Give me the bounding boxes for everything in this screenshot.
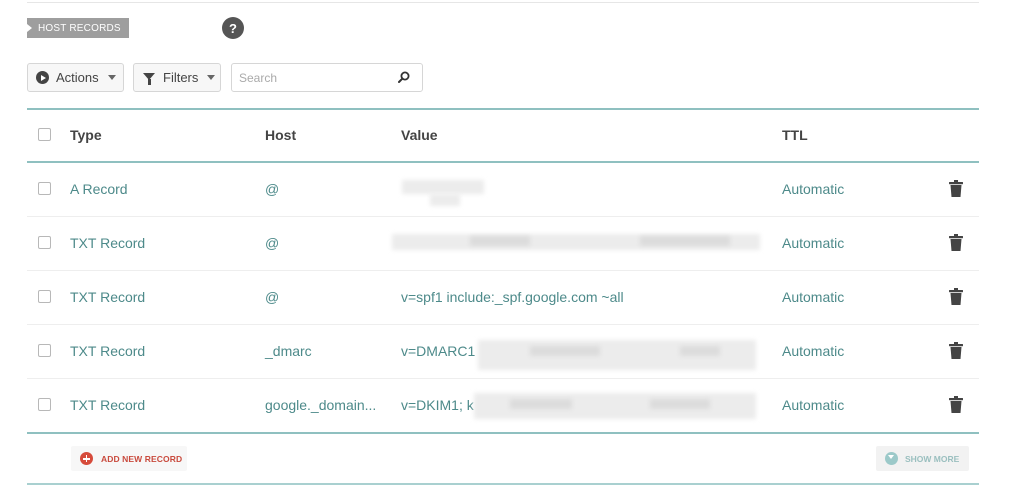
help-icon[interactable]: ? <box>222 17 244 39</box>
play-circle-icon <box>36 71 49 84</box>
row-divider <box>27 324 979 325</box>
add-new-record-button[interactable]: ADD NEW RECORD <box>71 446 187 471</box>
search-input[interactable] <box>232 64 389 91</box>
actions-label: Actions <box>56 70 99 85</box>
column-header-type[interactable]: Type <box>70 127 102 143</box>
trash-icon[interactable] <box>949 288 963 305</box>
section-title: HOST RECORDS <box>27 18 129 38</box>
record-ttl: Automatic <box>782 289 845 305</box>
caret-down-icon <box>207 75 216 80</box>
record-type: TXT Record <box>70 235 146 251</box>
top-divider <box>27 2 979 3</box>
row-checkbox[interactable] <box>38 344 51 357</box>
caret-down-icon <box>107 75 116 80</box>
record-value: v=DMARC1 <box>401 343 476 359</box>
record-ttl: Automatic <box>782 181 845 197</box>
record-host: @ <box>265 181 280 197</box>
record-type: TXT Record <box>70 343 146 359</box>
redacted-value <box>680 346 720 356</box>
column-header-host[interactable]: Host <box>265 127 296 143</box>
trash-icon[interactable] <box>949 234 963 251</box>
actions-dropdown[interactable]: Actions <box>27 63 124 92</box>
select-all-checkbox[interactable] <box>38 128 51 141</box>
record-ttl: Automatic <box>782 235 845 251</box>
row-checkbox[interactable] <box>38 236 51 249</box>
redacted-value <box>640 236 730 246</box>
record-type: TXT Record <box>70 397 146 413</box>
trash-icon[interactable] <box>949 180 963 197</box>
record-host: google._domain... <box>265 397 377 413</box>
chevron-circle-icon <box>885 452 898 465</box>
row-divider <box>27 216 979 217</box>
show-more-button[interactable]: SHOW MORE <box>876 446 969 471</box>
search-box <box>231 63 423 92</box>
table-top-rule <box>27 108 979 110</box>
column-header-value[interactable]: Value <box>401 127 438 143</box>
redacted-value <box>530 346 600 356</box>
redacted-value <box>470 236 530 246</box>
column-header-ttl[interactable]: TTL <box>782 127 808 143</box>
trash-icon[interactable] <box>949 396 963 413</box>
record-value: v=DKIM1; k <box>401 397 474 413</box>
table-header-rule <box>27 161 979 163</box>
show-more-label: SHOW MORE <box>905 453 960 464</box>
row-checkbox[interactable] <box>38 182 51 195</box>
filters-dropdown[interactable]: Filters <box>133 63 221 92</box>
table-bottom-rule <box>27 432 979 434</box>
record-ttl: Automatic <box>782 343 845 359</box>
search-icon[interactable] <box>398 71 410 83</box>
record-host: @ <box>265 289 280 305</box>
plus-circle-icon <box>80 452 93 465</box>
filters-label: Filters <box>163 70 199 85</box>
record-value: v=spf1 include:_spf.google.com ~all <box>401 289 624 305</box>
redacted-value <box>510 399 572 409</box>
row-checkbox[interactable] <box>38 398 51 411</box>
row-divider <box>27 270 979 271</box>
record-type: A Record <box>70 181 128 197</box>
add-new-record-label: ADD NEW RECORD <box>101 453 183 464</box>
record-host: _dmarc <box>265 343 312 359</box>
record-type: TXT Record <box>70 289 146 305</box>
trash-icon[interactable] <box>949 342 963 359</box>
bottom-rule <box>27 483 979 485</box>
row-divider <box>27 378 979 379</box>
filter-icon <box>143 73 155 85</box>
record-ttl: Automatic <box>782 397 845 413</box>
redacted-value <box>430 194 460 206</box>
row-checkbox[interactable] <box>38 290 51 303</box>
redacted-value <box>402 180 484 194</box>
redacted-value <box>650 399 710 409</box>
record-host: @ <box>265 235 280 251</box>
